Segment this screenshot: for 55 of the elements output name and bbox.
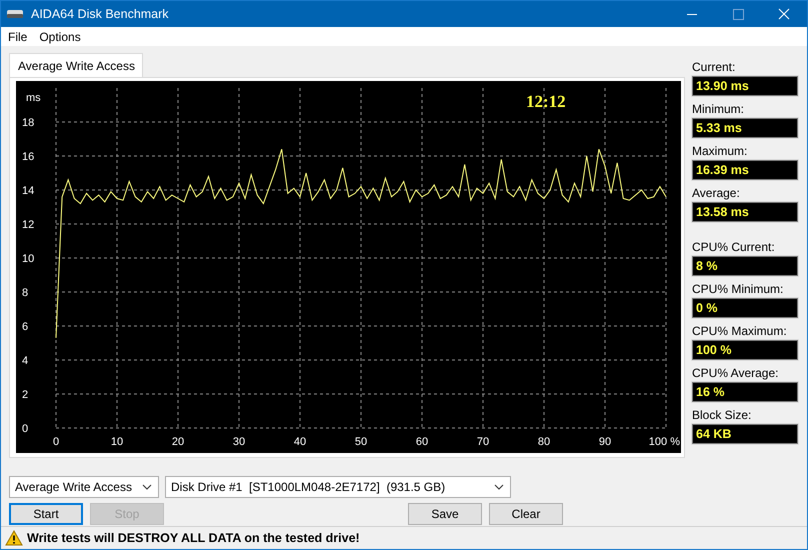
tab[interactable]: Average Write Access [9,53,143,77]
menu-item[interactable]: File [8,30,28,44]
stat-value: 13.58 ms [692,202,798,222]
drive-dropdown[interactable]: Disk Drive #1 [ST1000LM048-2E7172] (931.5 GB) [165,476,511,498]
y-tick-label: 18 [22,117,34,129]
test-dropdown[interactable]: Average Write Access [9,476,159,498]
stat-label: Minimum: [692,102,746,116]
y-tick-label: 0 [22,423,28,435]
y-tick-label: 12 [22,219,34,231]
stat-label: Maximum: [692,144,748,158]
y-tick-label: 10 [22,253,34,265]
menu-item[interactable]: Options [39,30,81,44]
elapsed-timer: 12:12 [526,92,566,111]
x-tick-label: 80 [538,436,550,448]
action-button[interactable]: Start [9,503,83,525]
stat-label: CPU% Maximum: [692,324,788,338]
y-tick-label: 14 [22,185,34,197]
stat-value: 100 % [692,340,798,360]
window-title: AIDA64 Disk Benchmark [31,7,170,21]
warning-message: Write tests will DESTROY ALL DATA on the tested drive! [27,531,360,545]
y-tick-label: 16 [22,151,34,163]
stat-label: CPU% Average: [692,366,780,380]
x-tick-label: 90 [598,436,612,448]
stat-value: 8 % [692,256,798,276]
disk-drive-icon [7,9,23,19]
warning-icon [5,530,23,546]
x-tick-label: 20 [172,436,184,448]
stat-value: 64 KB [692,424,798,444]
stat-value: 16 % [692,382,798,402]
y-tick-label: 6 [22,321,28,333]
y-tick-label: 2 [22,389,28,401]
stat-label: Block Size: [692,408,752,422]
x-tick-label: 70 [476,436,490,448]
stat-label: CPU% Current: [692,240,776,254]
stat-value: 13.90 ms [692,76,798,96]
x-tick-label: 50 [354,436,368,448]
y-tick-label: 8 [22,287,28,299]
stat-label: Average: [692,186,741,200]
x-tick-label: 40 [294,436,306,448]
chevron-down-icon [494,484,504,490]
action-button[interactable]: Clear [489,503,563,525]
stat-label: Current: [692,60,736,74]
stat-value: 0 % [692,298,798,318]
stat-value: 5.33 ms [692,118,798,138]
y-axis-label: ms [26,92,41,104]
x-tick-label: 100 % [648,436,680,448]
action-button[interactable]: Save [408,503,482,525]
x-tick-label: 60 [416,436,428,448]
x-tick-label: 0 [52,436,60,448]
x-tick-label: 30 [232,436,246,448]
stat-value: 16.39 ms [692,160,798,180]
stat-label: CPU% Minimum: [692,282,784,296]
chevron-down-icon [142,484,152,490]
y-tick-label: 4 [22,355,28,367]
x-tick-label: 10 [110,436,124,448]
